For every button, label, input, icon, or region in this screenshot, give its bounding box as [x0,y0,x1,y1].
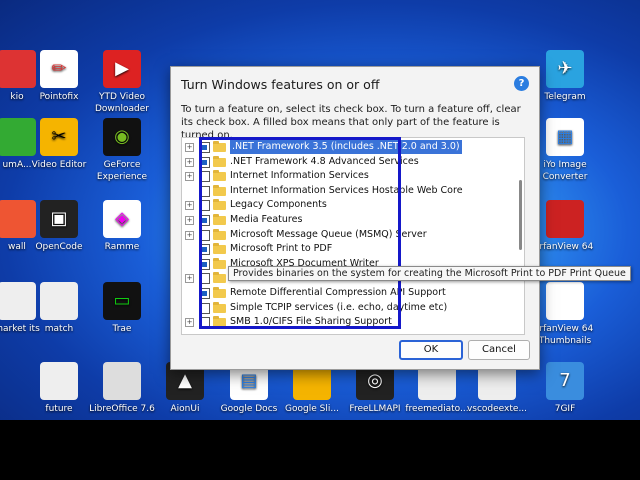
feature-checkbox[interactable] [199,317,210,329]
feature-label: Remote Differential Compression API Supp… [230,287,446,298]
image-converter-icon: ▦ [546,118,584,156]
expand-icon[interactable]: + [185,157,194,167]
ok-button[interactable]: OK [399,340,463,360]
desktop-icon[interactable]: ▭ Trae [85,282,159,360]
feature-row[interactable]: + SMB 1.0/CIFS File Sharing Support [182,315,512,329]
desktop-icon[interactable]: ▲ AionUi [148,362,222,420]
cancel-button[interactable]: Cancel [468,340,530,360]
feature-label: Internet Information Services Hostable W… [230,184,463,196]
feature-row[interactable]: + Media Features [182,213,512,227]
feature-checkbox[interactable] [199,244,210,256]
scroll-thumb[interactable] [519,180,522,250]
feature-checkbox[interactable] [199,302,210,314]
help-icon[interactable]: ? [514,76,529,91]
video-download-icon: ▶ [103,50,141,88]
feature-row[interactable]: Simple TCPIP services (i.e. echo, daytim… [182,301,512,315]
feature-row[interactable]: Remote Differential Compression API Supp… [182,286,512,300]
feature-label: Microsoft Print to PDF [230,243,333,255]
feature-row[interactable]: + .NET Framework 3.5 (includes .NET 2.0 a… [182,140,512,154]
feature-checkbox[interactable] [199,258,210,270]
desktop: kio ✏ Pointofix ▶ YTD Video Downloader umA… [0,0,640,420]
feature-label: SMB 1.0/CIFS File Sharing Support [230,316,392,328]
desktop-icon[interactable]: ◈ Ramme [85,200,159,278]
expand-icon[interactable]: + [185,274,194,284]
telegram-icon: ✈ [546,50,584,88]
feature-row[interactable]: Microsoft Print to PDF [182,242,512,256]
desktop-icon-label: vscodeexte... [466,404,528,414]
irfanview-icon [546,200,584,238]
scrollbar[interactable] [518,140,522,332]
folder-icon [213,316,226,328]
folder-icon [213,287,226,298]
desktop-icon-label: Trae [112,324,132,334]
feature-label: .NET Framework 3.5 (includes .NET 2.0 an… [230,140,462,154]
windows-features-dialog: Turn Windows features on or off ? To tur… [170,66,540,370]
expand-icon[interactable]: + [185,230,194,240]
feature-label: .NET Framework 4.8 Advanced Services [230,155,419,167]
camera-icon: ◈ [103,200,141,238]
folder-icon [213,184,226,196]
desktop-icon-label: YTD Video Downloader [95,92,149,114]
feature-checkbox[interactable] [199,171,210,183]
feature-checkbox[interactable] [199,215,210,226]
gif-icon: 7 [546,362,584,400]
feature-row[interactable]: + Internet Information Services [182,169,512,183]
folder-icon [213,141,226,152]
dialog-title: Turn Windows features on or off [181,77,380,92]
feature-label: Simple TCPIP services (i.e. echo, daytim… [230,301,448,313]
feature-checkbox[interactable] [199,185,210,197]
scissors-icon: ✂ [40,118,78,156]
folder-icon [213,301,226,313]
pencil-icon: ✏ [40,50,78,88]
feature-label: Internet Information Services [230,170,369,182]
folder-icon [213,243,226,255]
desktop-icon[interactable]: ◉ GeForce Experience [85,118,159,196]
desktop-icon[interactable]: vscodeexte... [460,362,534,420]
folder-icon [213,228,226,240]
folder-icon [213,155,226,167]
feature-row[interactable]: + Legacy Components [182,198,512,212]
folder-icon [213,170,226,182]
feature-row[interactable]: Internet Information Services Hostable W… [182,184,512,198]
libreoffice-icon [103,362,141,400]
tooltip: Provides binaries on the system for crea… [228,266,631,281]
letterbox-bar [0,420,640,480]
folder-icon [213,272,226,284]
features-tree[interactable]: + .NET Framework 3.5 (includes .NET 2.0 a… [181,137,525,335]
feature-label: Legacy Components [230,199,327,211]
feature-label: Media Features [230,214,303,225]
desktop-icon[interactable]: 7 7GIF [528,362,602,420]
expand-icon[interactable]: + [185,143,194,152]
expand-icon[interactable]: + [185,172,194,182]
folder-icon [213,214,226,225]
expand-icon[interactable]: + [185,216,194,225]
feature-checkbox[interactable] [199,156,210,168]
desktop-icon-label: 7GIF [554,404,576,414]
desktop-icon-label: GeForce Experience [96,160,148,182]
document-icon [40,282,78,320]
desktop-icon-label: AionUi [170,404,200,414]
desktop-icon-label: Ramme [104,242,140,252]
desktop-icon[interactable]: ▶ YTD Video Downloader [85,50,159,128]
opencode-icon: ▣ [40,200,78,238]
feature-checkbox[interactable] [199,200,210,212]
expand-icon[interactable]: + [185,201,194,211]
expand-icon[interactable]: + [185,318,194,328]
panda-icon [546,282,584,320]
feature-checkbox[interactable] [199,273,210,285]
feature-row[interactable]: + .NET Framework 4.8 Advanced Services [182,155,512,169]
trae-icon: ▭ [103,282,141,320]
feature-checkbox[interactable] [199,229,210,241]
feature-checkbox[interactable] [199,288,210,299]
folder-icon [213,257,226,269]
nvidia-icon: ◉ [103,118,141,156]
feature-label: Microsoft Message Queue (MSMQ) Server [230,228,427,240]
feature-row[interactable]: + Microsoft Message Queue (MSMQ) Server [182,228,512,242]
folder-icon [213,199,226,211]
feature-checkbox[interactable] [199,142,210,153]
document-icon [40,362,78,400]
